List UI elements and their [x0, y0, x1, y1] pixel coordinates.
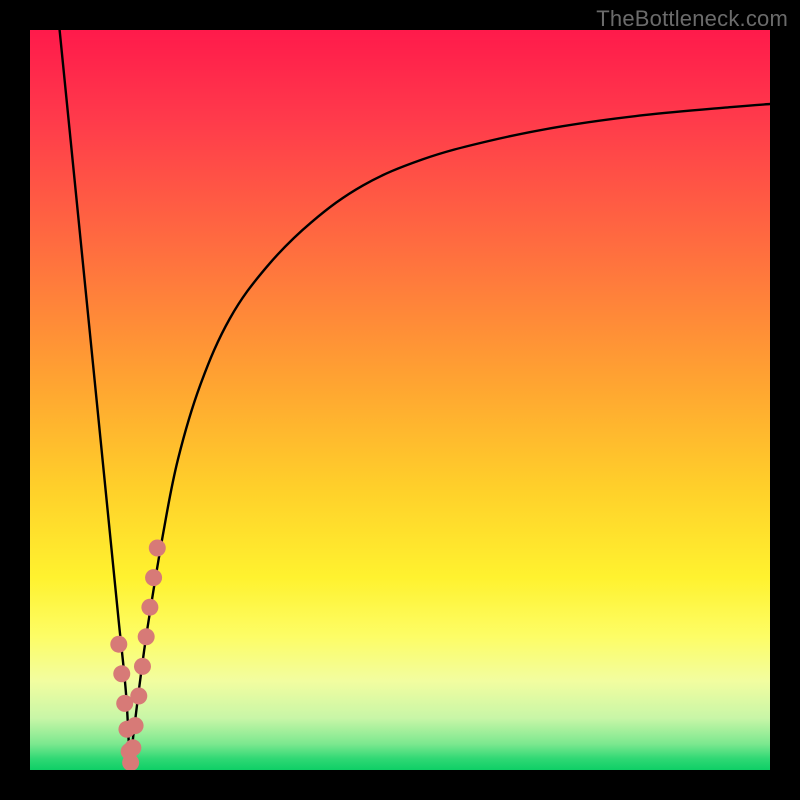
curve-right-branch: [130, 104, 770, 770]
watermark-text: TheBottleneck.com: [596, 6, 788, 32]
curve-left-branch: [60, 30, 130, 770]
marker-dot: [124, 739, 141, 756]
marker-dot: [145, 569, 162, 586]
marker-group: [110, 540, 165, 771]
marker-dot: [138, 628, 155, 645]
marker-dot: [127, 717, 144, 734]
marker-dot: [134, 658, 151, 675]
marker-dot: [130, 688, 147, 705]
marker-dot: [141, 599, 158, 616]
marker-dot: [149, 540, 166, 557]
marker-dot: [113, 665, 130, 682]
curve-layer: [30, 30, 770, 770]
plot-area: [30, 30, 770, 770]
marker-dot: [110, 636, 127, 653]
chart-frame: TheBottleneck.com: [0, 0, 800, 800]
